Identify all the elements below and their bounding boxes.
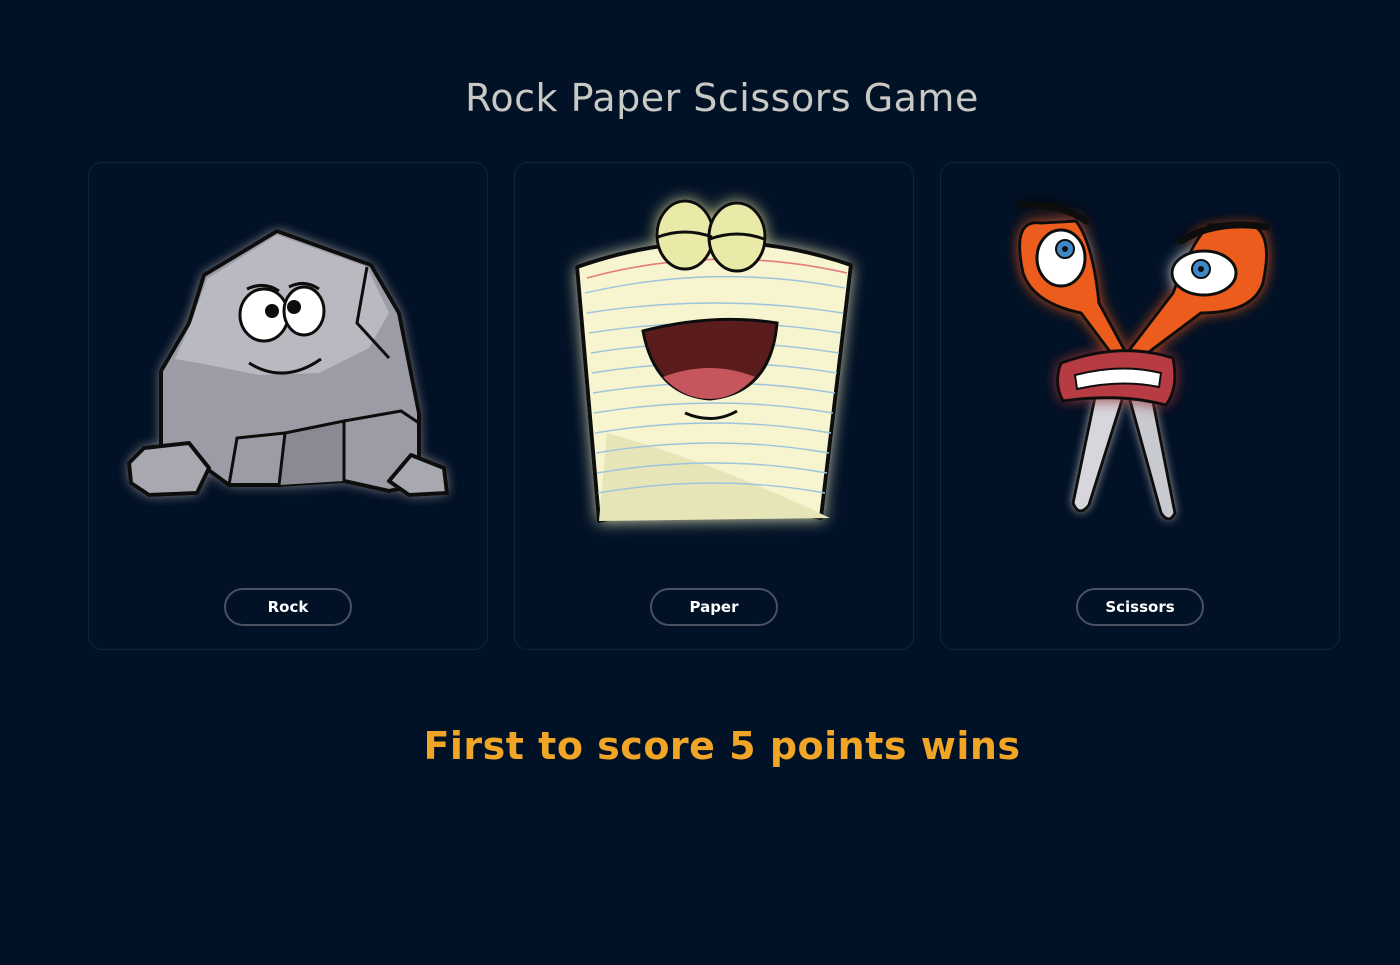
page-title: Rock Paper Scissors Game — [465, 76, 979, 120]
rock-character-icon[interactable] — [89, 163, 489, 563]
paper-character-icon[interactable] — [515, 163, 915, 563]
scissors-button[interactable]: Scissors — [1076, 588, 1204, 626]
choice-card-rock[interactable]: Rock — [88, 162, 488, 650]
paper-button[interactable]: Paper — [650, 588, 778, 626]
scissors-character-icon[interactable] — [941, 163, 1341, 563]
rock-button[interactable]: Rock — [224, 588, 352, 626]
win-rule-text: First to score 5 points wins — [423, 724, 1021, 768]
choice-card-paper[interactable]: Paper — [514, 162, 914, 650]
choice-card-scissors[interactable]: Scissors — [940, 162, 1340, 650]
